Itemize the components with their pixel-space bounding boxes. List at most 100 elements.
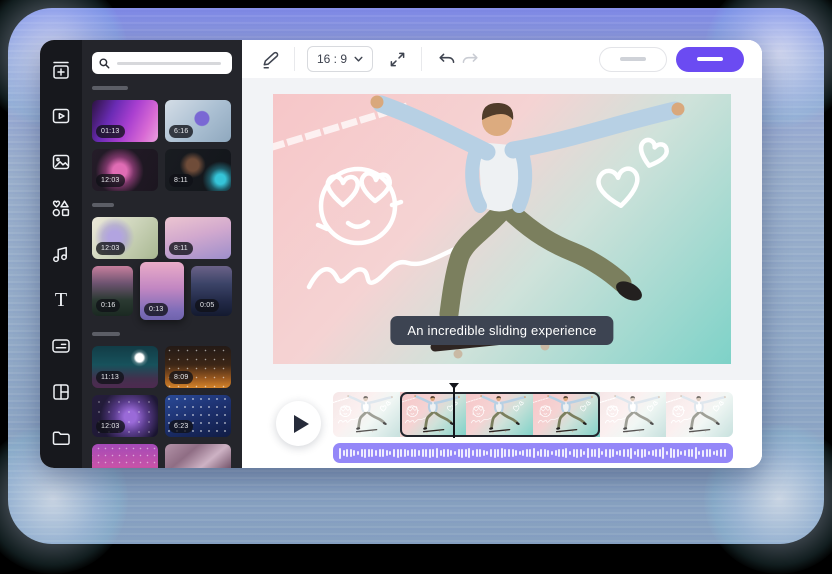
duration-badge: 8:11 (169, 174, 193, 187)
search-icon (99, 58, 110, 69)
sidebar-item-text[interactable]: T (50, 289, 72, 311)
media-thumbnail[interactable] (165, 444, 231, 468)
heart-doodles (380, 401, 390, 411)
video-canvas[interactable]: An incredible sliding experience (273, 94, 731, 364)
media-thumbnail[interactable]: 8:11 (165, 217, 231, 259)
canvas-stage: An incredible sliding experience (242, 78, 762, 380)
media-group-1: 01:13 6:16 12:03 8:11 (92, 100, 232, 191)
sidebar-item-templates[interactable] (50, 381, 72, 403)
media-thumbnail[interactable]: 6:16 (165, 100, 231, 142)
pencil-icon (260, 49, 281, 70)
media-group-2: 12:03 8:11 0:16 0:13 0:05 (92, 217, 232, 320)
secondary-action-button[interactable] (599, 47, 667, 72)
timeline-track (333, 380, 733, 468)
editor-toolbar: 16 : 9 (242, 40, 762, 78)
redo-icon (460, 49, 481, 70)
caption-text[interactable]: An incredible sliding experience (390, 316, 613, 345)
duration-badge: 0:13 (144, 303, 168, 316)
smiley-doodle (673, 406, 685, 417)
device-frame: T (8, 8, 824, 544)
sidebar-item-add-media[interactable] (50, 59, 72, 81)
captions-icon (50, 335, 72, 357)
timeline (242, 380, 762, 468)
media-thumbnail[interactable]: 6:23 (165, 395, 231, 437)
aspect-ratio-value: 16 : 9 (317, 52, 347, 66)
duration-badge: 6:23 (169, 420, 193, 433)
skater-figure (371, 96, 685, 337)
skateboard (357, 430, 377, 434)
duration-badge: 0:05 (195, 299, 219, 312)
duration-badge: 8:11 (169, 242, 193, 255)
button-label-placeholder (697, 57, 723, 61)
duration-badge: 12:03 (96, 174, 125, 187)
playhead[interactable] (448, 383, 460, 439)
section-label-placeholder (92, 332, 120, 336)
search-placeholder-line (117, 62, 221, 65)
section-label-placeholder (92, 86, 128, 90)
image-icon (50, 151, 72, 173)
playhead-line (453, 388, 455, 438)
duration-badge: 01:13 (96, 125, 125, 138)
duration-badge: 12:03 (96, 420, 125, 433)
smiley-doodle (340, 406, 352, 417)
aspect-ratio-dropdown[interactable]: 16 : 9 (307, 46, 373, 72)
duration-badge: 8:09 (169, 371, 193, 384)
play-icon (294, 415, 309, 433)
undo-icon (436, 49, 457, 70)
heart-doodles (647, 401, 657, 411)
main-area: 16 : 9 (242, 40, 762, 468)
export-button[interactable] (676, 47, 744, 72)
sidebar-item-folders[interactable] (50, 427, 72, 449)
button-label-placeholder (620, 57, 646, 61)
media-thumbnail[interactable]: 01:13 (92, 100, 158, 142)
skater-artwork (333, 392, 400, 437)
sidebar-item-elements[interactable] (50, 197, 72, 219)
skater-artwork (666, 392, 733, 437)
media-thumbnail[interactable]: 0:16 (92, 266, 133, 316)
media-panel: 01:13 6:16 12:03 8:11 12:03 8:11 0:16 0:… (82, 40, 242, 468)
timeline-frame[interactable] (666, 392, 733, 437)
media-thumbnail[interactable]: 0:05 (191, 266, 232, 316)
sidebar-icon-rail: T (40, 40, 82, 468)
folder-icon (50, 427, 72, 449)
media-thumbnail[interactable]: 11:13 (92, 346, 158, 388)
smiley-doodle (606, 406, 618, 417)
media-thumbnail[interactable]: 8:09 (165, 346, 231, 388)
heart-doodles (713, 401, 723, 411)
music-note-icon (50, 243, 72, 265)
smiley-doodle (318, 169, 401, 243)
clip-selection-border[interactable] (400, 392, 600, 437)
undo-button[interactable] (434, 47, 458, 71)
sidebar-item-captions[interactable] (50, 335, 72, 357)
skater-figure (614, 395, 660, 430)
toolbar-divider (421, 47, 422, 71)
sidebar-item-images[interactable] (50, 151, 72, 173)
search-bar[interactable] (92, 52, 232, 74)
media-thumbnail[interactable]: 12:03 (92, 395, 158, 437)
media-thumbnail[interactable] (92, 444, 158, 468)
skater-figure (347, 395, 393, 430)
media-group-3: 11:13 8:09 12:03 6:23 (92, 346, 232, 468)
timeline-frame[interactable] (333, 392, 400, 437)
duration-badge: 6:16 (169, 125, 193, 138)
skateboard (690, 430, 710, 434)
media-thumbnail-dragging[interactable]: 0:13 (140, 262, 184, 320)
skateboard (623, 430, 643, 434)
timeline-frame[interactable] (600, 392, 667, 437)
fullscreen-button[interactable] (385, 47, 409, 71)
redo-button[interactable] (458, 47, 482, 71)
toolbar-divider (294, 47, 295, 71)
section-label-placeholder (92, 203, 114, 207)
media-thumbnail[interactable]: 12:03 (92, 149, 158, 191)
duration-badge: 12:03 (96, 242, 125, 255)
template-layout-icon (50, 381, 72, 403)
audio-waveform[interactable] (333, 443, 733, 463)
add-media-icon (50, 59, 72, 81)
sidebar-item-music[interactable] (50, 243, 72, 265)
play-button[interactable] (276, 401, 321, 446)
edit-button[interactable] (258, 47, 282, 71)
video-icon (50, 105, 72, 127)
media-thumbnail[interactable]: 8:11 (165, 149, 231, 191)
sidebar-item-videos[interactable] (50, 105, 72, 127)
media-thumbnail[interactable]: 12:03 (92, 217, 158, 259)
